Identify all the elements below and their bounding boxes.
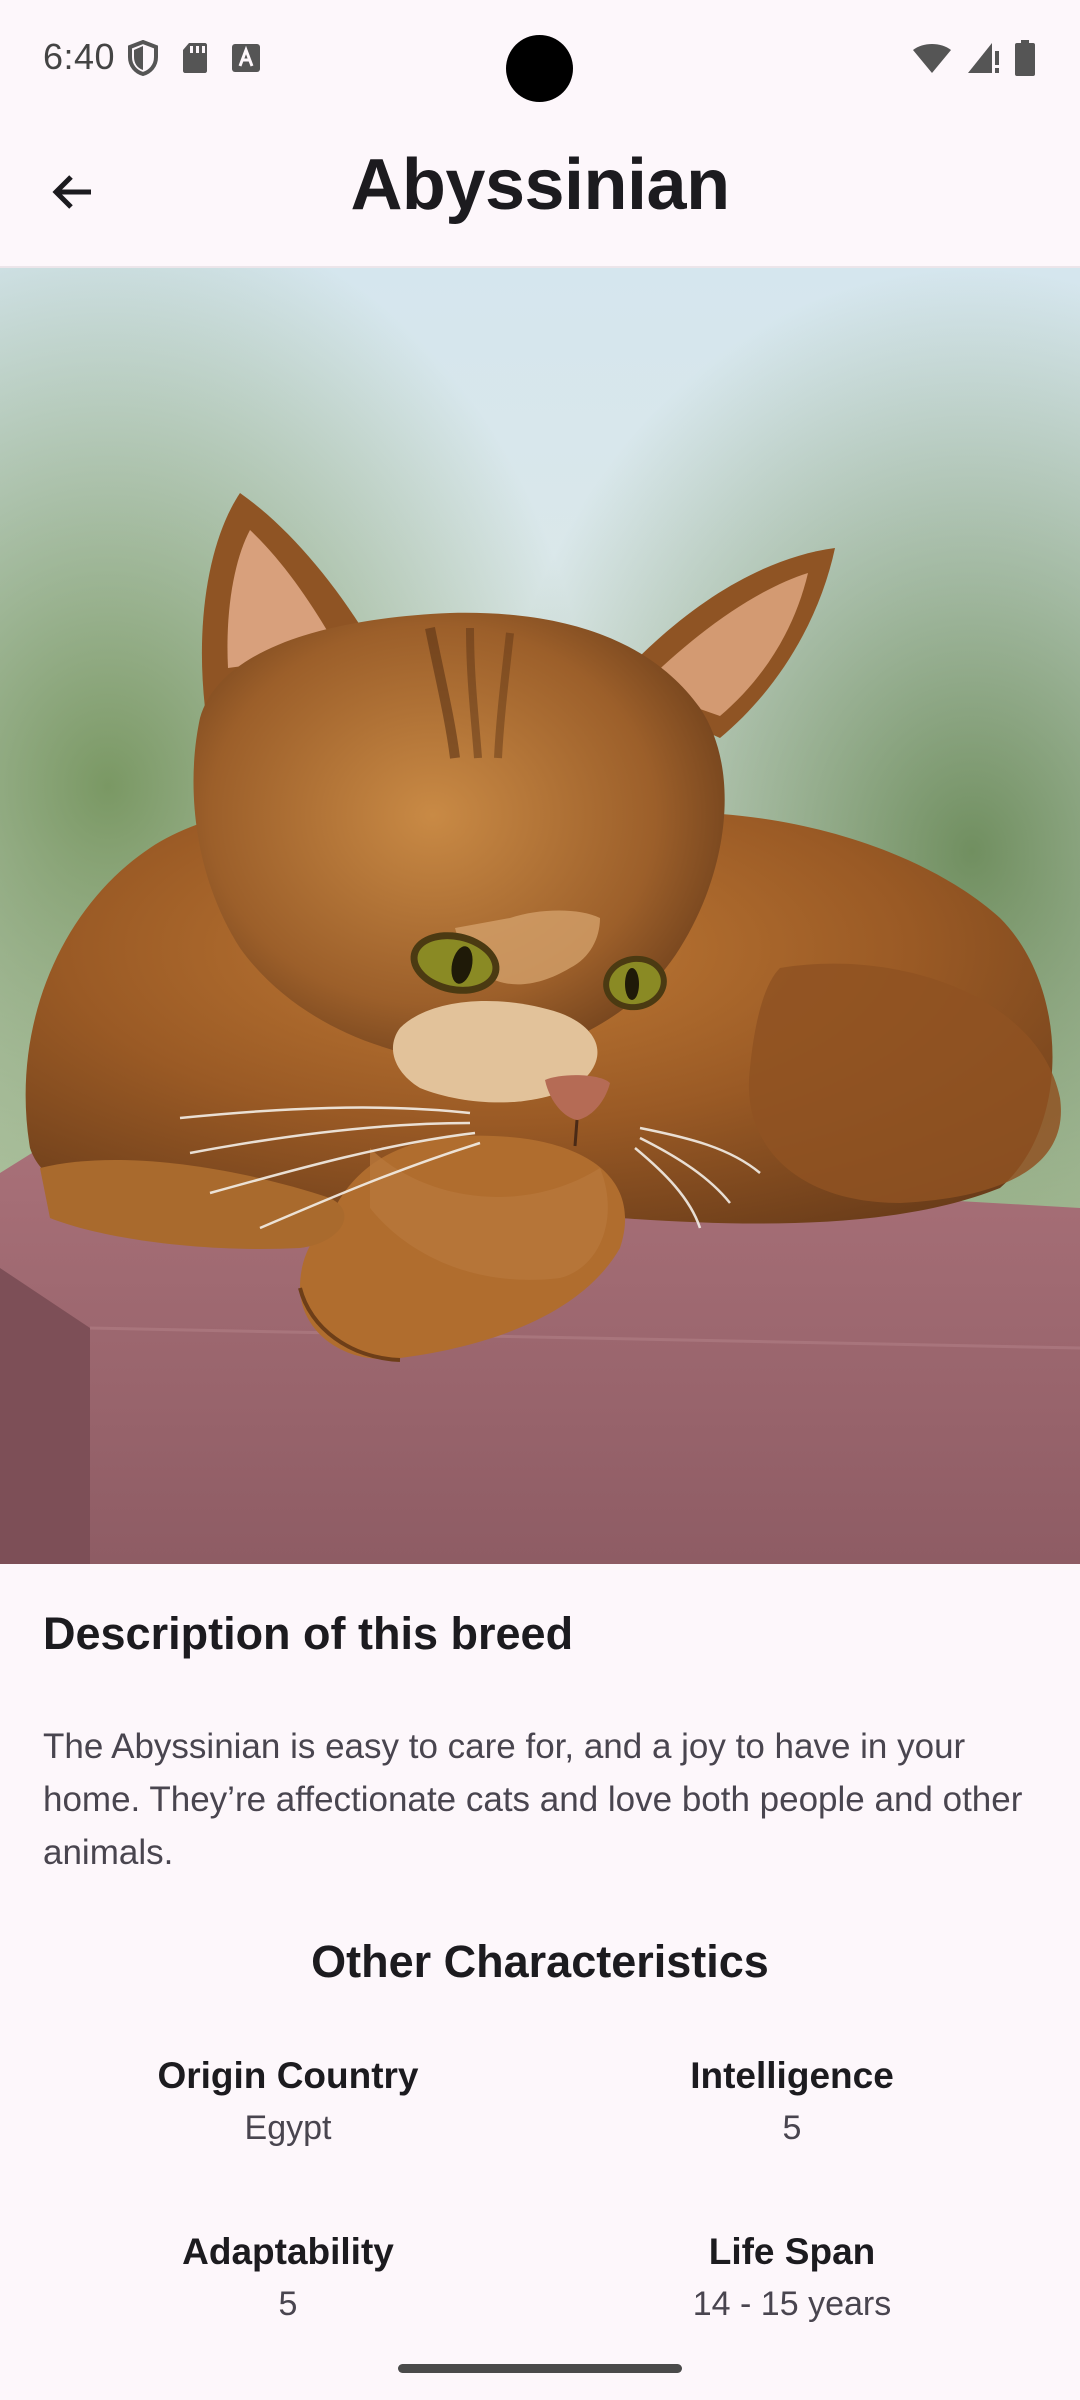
status-bar: 6:40 [0, 0, 1080, 120]
wifi-icon [912, 42, 952, 79]
description-text: The Abyssinian is easy to care for, and … [43, 1727, 1023, 1872]
characteristics-heading: Other Characteristics [311, 1936, 769, 1987]
breed-photo [0, 268, 1080, 1564]
status-time: 6:40 [43, 36, 116, 77]
characteristic-origin-country: Origin Country Egypt [38, 2052, 538, 2153]
characteristic-value: 14 - 15 years [692, 2285, 892, 2323]
text-a-icon [231, 43, 261, 78]
description-heading: Description of this breed [43, 1608, 574, 1659]
app-bar: Abyssinian [0, 120, 1080, 268]
characteristic-value: Egypt [244, 2109, 332, 2147]
page-title: Abyssinian [350, 145, 730, 225]
characteristic-label: Origin Country [157, 2055, 419, 2096]
characteristic-value: 5 [278, 2285, 298, 2323]
camera-cutout [506, 35, 573, 102]
shield-icon [127, 39, 159, 81]
characteristic-label: Life Span [708, 2231, 876, 2272]
battery-icon [1014, 40, 1036, 81]
characteristic-label: Adaptability [182, 2231, 394, 2272]
characteristic-value: 5 [782, 2109, 802, 2147]
characteristic-adaptability: Adaptability 5 [38, 2228, 538, 2329]
gesture-nav-handle[interactable] [398, 2364, 682, 2373]
sd-card-icon [181, 41, 209, 80]
status-left-icons [127, 39, 261, 81]
cell-signal-icon [966, 41, 1000, 80]
characteristic-intelligence: Intelligence 5 [542, 2052, 1042, 2153]
status-right-icons [912, 40, 1036, 81]
characteristic-label: Intelligence [690, 2055, 894, 2096]
characteristic-life-span: Life Span 14 - 15 years [542, 2228, 1042, 2329]
